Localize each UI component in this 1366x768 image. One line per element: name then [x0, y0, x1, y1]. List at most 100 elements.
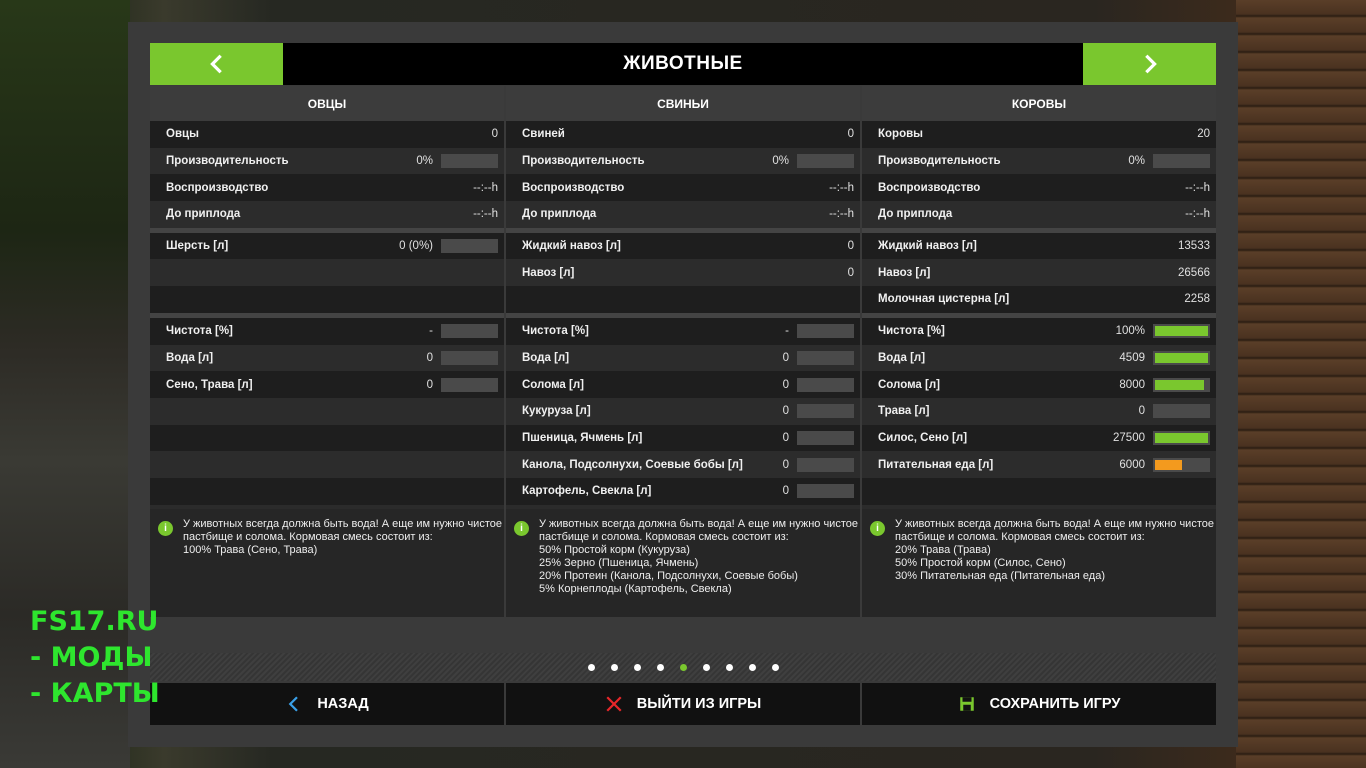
stat-label: Солома [л]	[522, 378, 584, 391]
stat-label: Производительность	[522, 155, 645, 168]
stat-row: Овцы 0	[150, 121, 504, 148]
stat-label: Воспроизводство	[522, 181, 625, 194]
stat-label: До приплода	[878, 208, 953, 221]
back-button[interactable]: НАЗАД	[150, 683, 504, 725]
level-bar-fill	[1155, 352, 1208, 363]
stat-value: 6000	[1119, 458, 1145, 471]
page-title: ЖИВОТНЫЕ	[623, 53, 743, 74]
site-watermark: FS17.RU - МОДЫ - КАРТЫ	[30, 604, 160, 712]
stat-row: Производительность 0%	[150, 147, 504, 175]
stat-label: Жидкий навоз [л]	[878, 240, 977, 253]
stat-row	[506, 286, 860, 313]
next-page-button[interactable]	[1083, 43, 1216, 85]
stat-value: 100%	[1115, 325, 1145, 338]
page-dot[interactable]	[725, 663, 733, 671]
stat-value: --:--h	[829, 181, 854, 194]
stat-row: Чистота [%] -	[150, 317, 504, 345]
stat-row: До приплода --:--h	[862, 201, 1216, 228]
stat-row: Воспроизводство --:--h	[862, 174, 1216, 202]
stat-value: 2258	[1184, 293, 1210, 306]
page-dot[interactable]	[656, 663, 664, 671]
stat-row: Кукуруза [л] 0	[506, 397, 860, 425]
stat-label: Питательная еда [л]	[878, 458, 994, 471]
page-dot[interactable]	[748, 663, 756, 671]
stat-label: Вода [л]	[522, 351, 570, 364]
stat-label: Пшеница, Ячмень [л]	[522, 431, 643, 444]
stat-row: Жидкий навоз [л] 13533	[862, 232, 1216, 260]
stat-label: Молочная цистерна [л]	[878, 293, 1010, 306]
stat-label: Вода [л]	[878, 351, 926, 364]
stat-row: Вода [л] 0	[150, 344, 504, 372]
column-title: СВИНЬИ	[506, 86, 860, 121]
info-text: У животных всегда должна быть вода! А ещ…	[539, 518, 858, 595]
stat-value: 0%	[772, 155, 789, 168]
level-bar-fill	[1155, 432, 1208, 443]
stat-label: Канола, Подсолнухи, Соевые бобы [л]	[522, 458, 743, 471]
stat-label: Навоз [л]	[878, 266, 931, 279]
close-icon	[606, 696, 622, 712]
stat-value: 4509	[1119, 351, 1145, 364]
stat-row: Солома [л] 8000	[862, 371, 1216, 398]
level-bar-fill	[1155, 459, 1182, 470]
save-icon	[959, 697, 974, 711]
stat-value: --:--h	[473, 181, 498, 194]
stat-value: 26566	[1178, 266, 1210, 279]
level-bar	[1153, 324, 1210, 339]
stat-label: До приплода	[166, 208, 241, 221]
stat-value: 0	[782, 378, 789, 391]
stat-label: Производительность	[878, 155, 1001, 168]
stat-row: Навоз [л] 0	[506, 259, 860, 287]
watermark-line: - КАРТЫ	[30, 678, 160, 709]
stat-row	[150, 259, 504, 287]
stat-row: Шерсть [л] 0 (0%)	[150, 232, 504, 260]
stat-label: Картофель, Свекла [л]	[522, 485, 652, 498]
level-bar	[441, 377, 498, 392]
page-dot[interactable]	[633, 663, 641, 671]
stat-value: 0	[847, 128, 854, 141]
stat-value: -	[429, 325, 433, 338]
page-dot[interactable]	[771, 663, 779, 671]
level-bar-fill	[1155, 379, 1204, 390]
stat-label: Силос, Сено [л]	[878, 431, 968, 444]
stat-value: --:--h	[829, 208, 854, 221]
stat-value: 0	[847, 266, 854, 279]
level-bar	[797, 484, 854, 499]
stat-value: 0	[782, 485, 789, 498]
stat-value: -	[785, 325, 789, 338]
stat-row: Производительность 0%	[506, 147, 860, 175]
info-icon: i	[870, 521, 885, 536]
stat-row: Воспроизводство --:--h	[506, 174, 860, 202]
stat-label: Овцы	[166, 128, 199, 141]
stat-row: Канола, Подсолнухи, Соевые бобы [л] 0	[506, 451, 860, 478]
stat-value: 0 (0%)	[399, 240, 433, 253]
stat-row: Вода [л] 4509	[862, 344, 1216, 372]
level-bar	[797, 324, 854, 339]
stat-label: Сено, Трава [л]	[166, 378, 253, 391]
level-bar	[1153, 457, 1210, 472]
stat-value: 0	[426, 378, 433, 391]
stat-row	[150, 451, 504, 478]
page-dot[interactable]	[610, 663, 618, 671]
stat-label: Трава [л]	[878, 405, 930, 418]
stat-row: Сено, Трава [л] 0	[150, 371, 504, 398]
prev-page-button[interactable]	[150, 43, 283, 85]
quit-game-button[interactable]: ВЫЙТИ ИЗ ИГРЫ	[506, 683, 860, 725]
stat-label: Свиней	[522, 128, 565, 141]
level-bar	[441, 154, 498, 169]
stat-label: Чистота [%]	[522, 325, 589, 338]
back-arrow-icon	[288, 696, 299, 712]
level-bar	[1153, 350, 1210, 365]
page-dot[interactable]	[679, 663, 687, 671]
stat-row: Питательная еда [л] 6000	[862, 451, 1216, 478]
save-game-button[interactable]: СОХРАНИТЬ ИГРУ	[862, 683, 1216, 725]
stat-value: --:--h	[1185, 208, 1210, 221]
stat-row: Воспроизводство --:--h	[150, 174, 504, 202]
level-bar	[1153, 154, 1210, 169]
info-sheep: i У животных всегда должна быть вода! А …	[150, 509, 504, 617]
page-dot[interactable]	[702, 663, 710, 671]
stat-row: Пшеница, Ячмень [л] 0	[506, 424, 860, 452]
chevron-left-icon	[209, 54, 222, 74]
page-dot[interactable]	[587, 663, 595, 671]
stat-label: Вода [л]	[166, 351, 214, 364]
stat-row: До приплода --:--h	[506, 201, 860, 228]
